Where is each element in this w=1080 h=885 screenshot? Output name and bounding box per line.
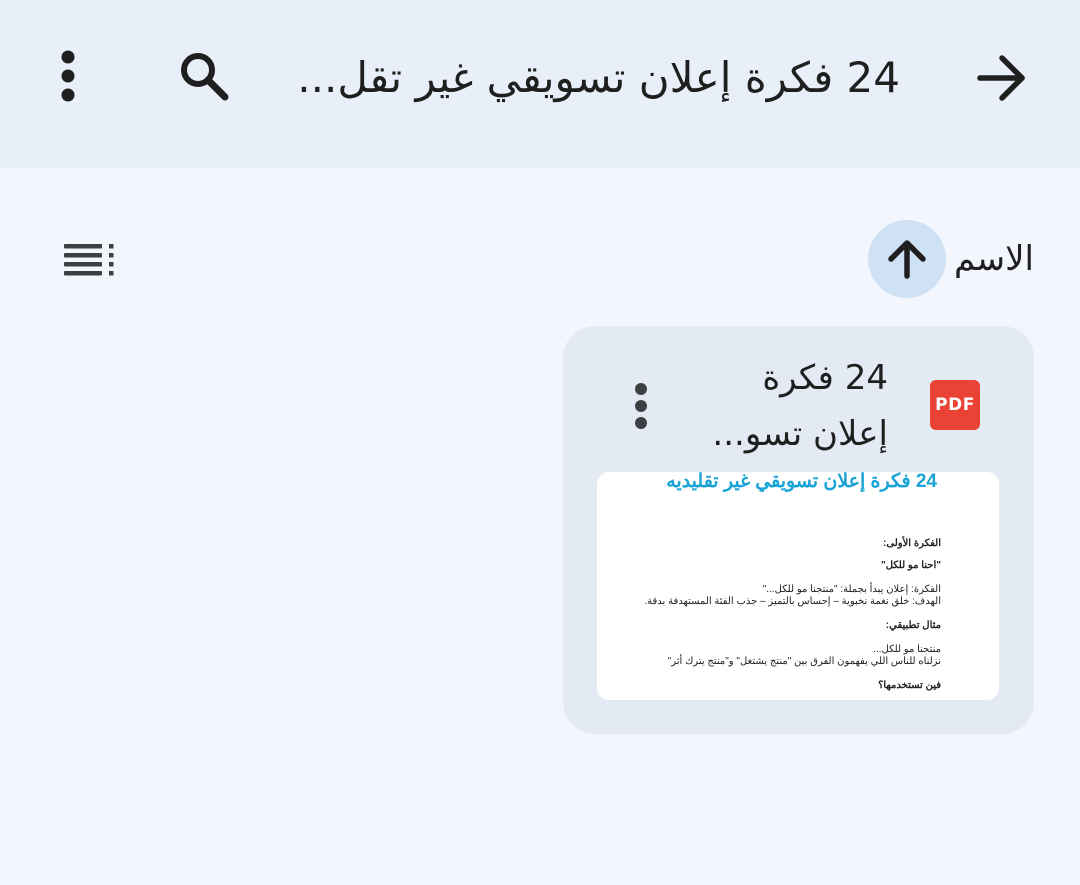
top-app-bar: 24 فكرة إعلان تسويقي غير تقل... [0, 0, 1080, 168]
preview-line: منتجنا مو للكل... [873, 644, 941, 655]
file-name-line-1: 24 فكرة [762, 358, 888, 398]
page-title: 24 فكرة إعلان تسويقي غير تقل... [297, 53, 900, 102]
more-vert-icon [61, 50, 75, 102]
list-view-icon [64, 244, 114, 276]
sort-label[interactable]: الاسم [954, 234, 1034, 284]
view-toggle-button[interactable] [52, 232, 128, 288]
file-name: 24 فكرة إعلان تسو... [668, 350, 888, 462]
file-preview-thumbnail[interactable]: 24 فكرة إعلان تسويقي غير تقليديه الفكرة … [597, 472, 999, 700]
pdf-file-icon: PDF [930, 380, 980, 430]
arrow-up-icon [888, 240, 926, 279]
more-options-button[interactable] [26, 34, 110, 118]
file-name-line-2: إعلان تسو... [712, 414, 888, 454]
arrow-forward-icon [977, 55, 1025, 101]
back-button[interactable] [960, 36, 1044, 120]
preview-line: "احنا مو للكل" [880, 560, 941, 571]
preview-line: مثال تطبيقي: [885, 620, 941, 631]
preview-line: فين تستخدمها؟ [878, 680, 941, 691]
file-more-options-button[interactable] [619, 378, 663, 434]
preview-line: نزلناه للناس اللي يفهمون الفرق بين "منتج… [667, 656, 941, 667]
search-icon [181, 53, 229, 101]
search-button[interactable] [162, 34, 246, 118]
preview-line: الفكرة الأولى: [883, 538, 941, 549]
file-card[interactable]: PDF 24 فكرة إعلان تسو... 24 فكرة إعلان ت… [563, 326, 1034, 734]
preview-line: الهدف: خلق نغمة نخبوية – إحساس بالتميز –… [644, 596, 941, 607]
preview-line: الفكرة: إعلان يبدأ بجملة: "منتجنا مو للك… [762, 584, 941, 595]
preview-heading: 24 فكرة إعلان تسويقي غير تقليديه [666, 472, 937, 492]
sort-direction-button[interactable] [868, 220, 946, 298]
more-vert-icon [635, 383, 647, 429]
